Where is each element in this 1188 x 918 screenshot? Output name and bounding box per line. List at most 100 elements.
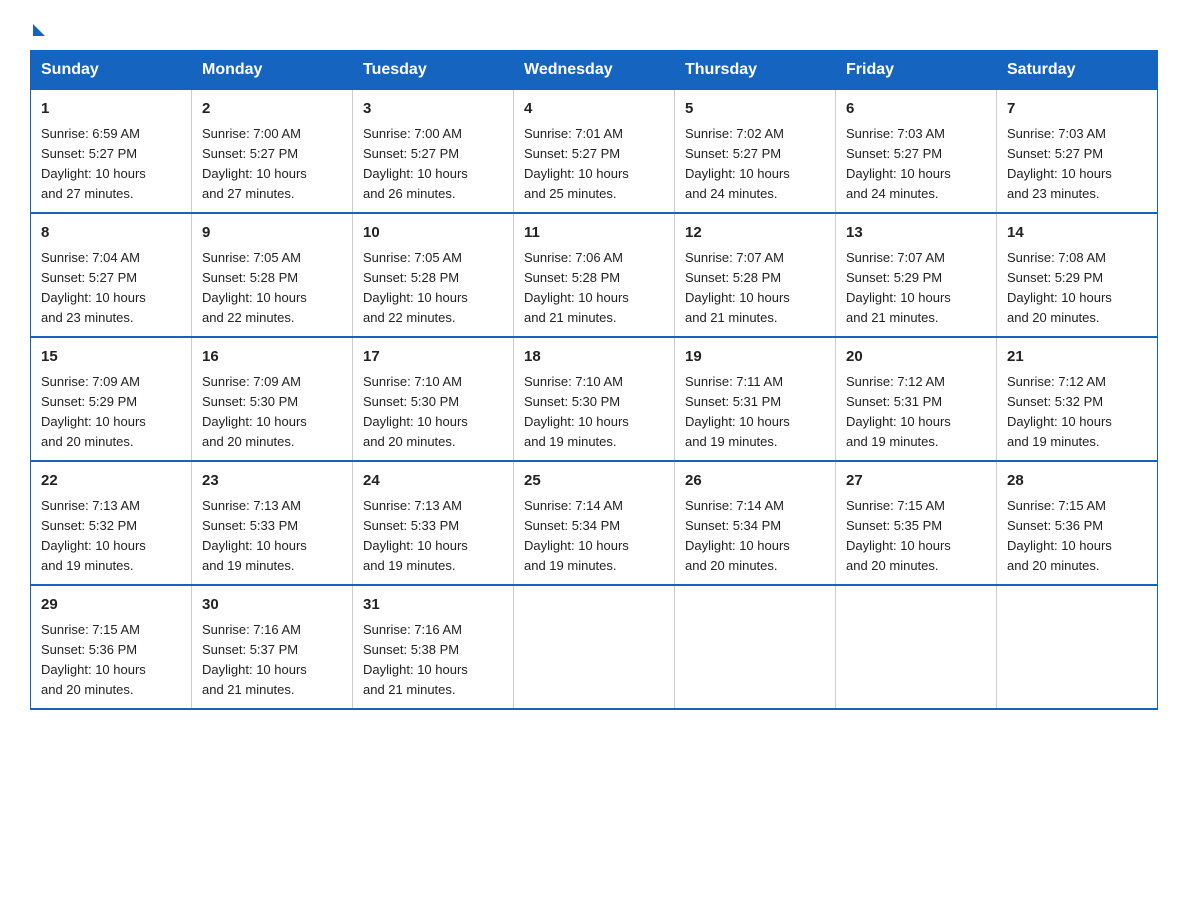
weekday-header-thursday: Thursday bbox=[675, 51, 836, 90]
day-number: 3 bbox=[363, 98, 503, 121]
calendar-cell: 21 Sunrise: 7:12 AMSunset: 5:32 PMDayligh… bbox=[997, 337, 1158, 461]
calendar-week-row: 15 Sunrise: 7:09 AMSunset: 5:29 PMDayligh… bbox=[31, 337, 1158, 461]
day-info: Sunrise: 7:14 AMSunset: 5:34 PMDaylight:… bbox=[685, 498, 790, 573]
calendar-cell: 15 Sunrise: 7:09 AMSunset: 5:29 PMDayligh… bbox=[31, 337, 192, 461]
calendar-cell: 22 Sunrise: 7:13 AMSunset: 5:32 PMDayligh… bbox=[31, 461, 192, 585]
day-number: 18 bbox=[524, 346, 664, 369]
day-number: 23 bbox=[202, 470, 342, 493]
day-number: 8 bbox=[41, 222, 181, 245]
day-info: Sunrise: 7:10 AMSunset: 5:30 PMDaylight:… bbox=[363, 374, 468, 449]
calendar-cell: 8 Sunrise: 7:04 AMSunset: 5:27 PMDaylight… bbox=[31, 213, 192, 337]
day-number: 27 bbox=[846, 470, 986, 493]
calendar-cell: 13Sunrise: 7:07 AMSunset: 5:29 PMDayligh… bbox=[836, 213, 997, 337]
day-info: Sunrise: 7:13 AMSunset: 5:33 PMDaylight:… bbox=[202, 498, 307, 573]
day-info: Sunrise: 7:01 AMSunset: 5:27 PMDaylight:… bbox=[524, 126, 629, 201]
calendar-cell bbox=[997, 585, 1158, 709]
day-number: 24 bbox=[363, 470, 503, 493]
day-info: Sunrise: 7:05 AMSunset: 5:28 PMDaylight:… bbox=[363, 250, 468, 325]
day-number: 2 bbox=[202, 98, 342, 121]
day-info: Sunrise: 7:07 AMSunset: 5:28 PMDaylight:… bbox=[685, 250, 790, 325]
day-number: 12 bbox=[685, 222, 825, 245]
calendar-cell: 19 Sunrise: 7:11 AMSunset: 5:31 PMDayligh… bbox=[675, 337, 836, 461]
day-info: Sunrise: 7:06 AMSunset: 5:28 PMDaylight:… bbox=[524, 250, 629, 325]
weekday-header-tuesday: Tuesday bbox=[353, 51, 514, 90]
calendar-cell: 17 Sunrise: 7:10 AMSunset: 5:30 PMDayligh… bbox=[353, 337, 514, 461]
day-info: Sunrise: 7:09 AMSunset: 5:29 PMDaylight:… bbox=[41, 374, 146, 449]
calendar-cell: 25 Sunrise: 7:14 AMSunset: 5:34 PMDayligh… bbox=[514, 461, 675, 585]
day-info: Sunrise: 7:13 AMSunset: 5:32 PMDaylight:… bbox=[41, 498, 146, 573]
calendar-cell: 27Sunrise: 7:15 AMSunset: 5:35 PMDayligh… bbox=[836, 461, 997, 585]
day-info: Sunrise: 7:14 AMSunset: 5:34 PMDaylight:… bbox=[524, 498, 629, 573]
day-info: Sunrise: 7:11 AMSunset: 5:31 PMDaylight:… bbox=[685, 374, 790, 449]
day-info: Sunrise: 7:07 AMSunset: 5:29 PMDaylight:… bbox=[846, 250, 951, 325]
calendar-cell: 24 Sunrise: 7:13 AMSunset: 5:33 PMDayligh… bbox=[353, 461, 514, 585]
calendar-cell bbox=[836, 585, 997, 709]
day-info: Sunrise: 7:05 AMSunset: 5:28 PMDaylight:… bbox=[202, 250, 307, 325]
calendar-cell: 6 Sunrise: 7:03 AMSunset: 5:27 PMDaylight… bbox=[836, 90, 997, 214]
calendar-week-row: 22 Sunrise: 7:13 AMSunset: 5:32 PMDayligh… bbox=[31, 461, 1158, 585]
calendar-cell: 16 Sunrise: 7:09 AMSunset: 5:30 PMDayligh… bbox=[192, 337, 353, 461]
calendar-cell: 1Sunrise: 6:59 AMSunset: 5:27 PMDaylight… bbox=[31, 90, 192, 214]
calendar-week-row: 29 Sunrise: 7:15 AMSunset: 5:36 PMDayligh… bbox=[31, 585, 1158, 709]
day-number: 22 bbox=[41, 470, 181, 493]
calendar-cell: 9 Sunrise: 7:05 AMSunset: 5:28 PMDaylight… bbox=[192, 213, 353, 337]
day-number: 15 bbox=[41, 346, 181, 369]
calendar-cell: 5 Sunrise: 7:02 AMSunset: 5:27 PMDaylight… bbox=[675, 90, 836, 214]
weekday-header-wednesday: Wednesday bbox=[514, 51, 675, 90]
day-number: 14 bbox=[1007, 222, 1147, 245]
page-header bbox=[30, 20, 1158, 32]
day-number: 7 bbox=[1007, 98, 1147, 121]
calendar-cell: 31 Sunrise: 7:16 AMSunset: 5:38 PMDayligh… bbox=[353, 585, 514, 709]
day-number: 5 bbox=[685, 98, 825, 121]
weekday-header-saturday: Saturday bbox=[997, 51, 1158, 90]
calendar-cell: 23 Sunrise: 7:13 AMSunset: 5:33 PMDayligh… bbox=[192, 461, 353, 585]
day-info: Sunrise: 7:03 AMSunset: 5:27 PMDaylight:… bbox=[1007, 126, 1112, 201]
day-number: 21 bbox=[1007, 346, 1147, 369]
day-number: 17 bbox=[363, 346, 503, 369]
calendar-cell: 30 Sunrise: 7:16 AMSunset: 5:37 PMDayligh… bbox=[192, 585, 353, 709]
calendar-cell: 26Sunrise: 7:14 AMSunset: 5:34 PMDayligh… bbox=[675, 461, 836, 585]
day-info: Sunrise: 7:15 AMSunset: 5:36 PMDaylight:… bbox=[41, 622, 146, 697]
day-info: Sunrise: 7:09 AMSunset: 5:30 PMDaylight:… bbox=[202, 374, 307, 449]
weekday-header-sunday: Sunday bbox=[31, 51, 192, 90]
day-number: 31 bbox=[363, 594, 503, 617]
day-number: 6 bbox=[846, 98, 986, 121]
logo-arrow-icon bbox=[33, 24, 45, 36]
day-info: Sunrise: 7:03 AMSunset: 5:27 PMDaylight:… bbox=[846, 126, 951, 201]
day-number: 16 bbox=[202, 346, 342, 369]
day-info: Sunrise: 7:13 AMSunset: 5:33 PMDaylight:… bbox=[363, 498, 468, 573]
day-info: Sunrise: 7:12 AMSunset: 5:32 PMDaylight:… bbox=[1007, 374, 1112, 449]
day-info: Sunrise: 7:08 AMSunset: 5:29 PMDaylight:… bbox=[1007, 250, 1112, 325]
day-info: Sunrise: 7:00 AMSunset: 5:27 PMDaylight:… bbox=[363, 126, 468, 201]
day-info: Sunrise: 7:00 AMSunset: 5:27 PMDaylight:… bbox=[202, 126, 307, 201]
day-info: Sunrise: 7:15 AMSunset: 5:36 PMDaylight:… bbox=[1007, 498, 1112, 573]
calendar-cell: 2 Sunrise: 7:00 AMSunset: 5:27 PMDaylight… bbox=[192, 90, 353, 214]
calendar-cell: 11 Sunrise: 7:06 AMSunset: 5:28 PMDayligh… bbox=[514, 213, 675, 337]
day-number: 30 bbox=[202, 594, 342, 617]
day-number: 20 bbox=[846, 346, 986, 369]
day-info: Sunrise: 7:04 AMSunset: 5:27 PMDaylight:… bbox=[41, 250, 146, 325]
day-info: Sunrise: 7:16 AMSunset: 5:37 PMDaylight:… bbox=[202, 622, 307, 697]
weekday-header-row: SundayMondayTuesdayWednesdayThursdayFrid… bbox=[31, 51, 1158, 90]
day-info: Sunrise: 7:02 AMSunset: 5:27 PMDaylight:… bbox=[685, 126, 790, 201]
day-number: 25 bbox=[524, 470, 664, 493]
day-number: 4 bbox=[524, 98, 664, 121]
calendar-cell bbox=[514, 585, 675, 709]
day-info: Sunrise: 7:16 AMSunset: 5:38 PMDaylight:… bbox=[363, 622, 468, 697]
day-number: 10 bbox=[363, 222, 503, 245]
calendar-table: SundayMondayTuesdayWednesdayThursdayFrid… bbox=[30, 50, 1158, 710]
day-number: 1 bbox=[41, 98, 181, 121]
day-number: 19 bbox=[685, 346, 825, 369]
day-number: 9 bbox=[202, 222, 342, 245]
calendar-cell bbox=[675, 585, 836, 709]
calendar-cell: 4 Sunrise: 7:01 AMSunset: 5:27 PMDaylight… bbox=[514, 90, 675, 214]
weekday-header-monday: Monday bbox=[192, 51, 353, 90]
day-number: 11 bbox=[524, 222, 664, 245]
calendar-cell: 29 Sunrise: 7:15 AMSunset: 5:36 PMDayligh… bbox=[31, 585, 192, 709]
calendar-cell: 12 Sunrise: 7:07 AMSunset: 5:28 PMDayligh… bbox=[675, 213, 836, 337]
calendar-cell: 10 Sunrise: 7:05 AMSunset: 5:28 PMDayligh… bbox=[353, 213, 514, 337]
day-info: Sunrise: 7:12 AMSunset: 5:31 PMDaylight:… bbox=[846, 374, 951, 449]
day-number: 29 bbox=[41, 594, 181, 617]
day-number: 28 bbox=[1007, 470, 1147, 493]
calendar-week-row: 1Sunrise: 6:59 AMSunset: 5:27 PMDaylight… bbox=[31, 90, 1158, 214]
